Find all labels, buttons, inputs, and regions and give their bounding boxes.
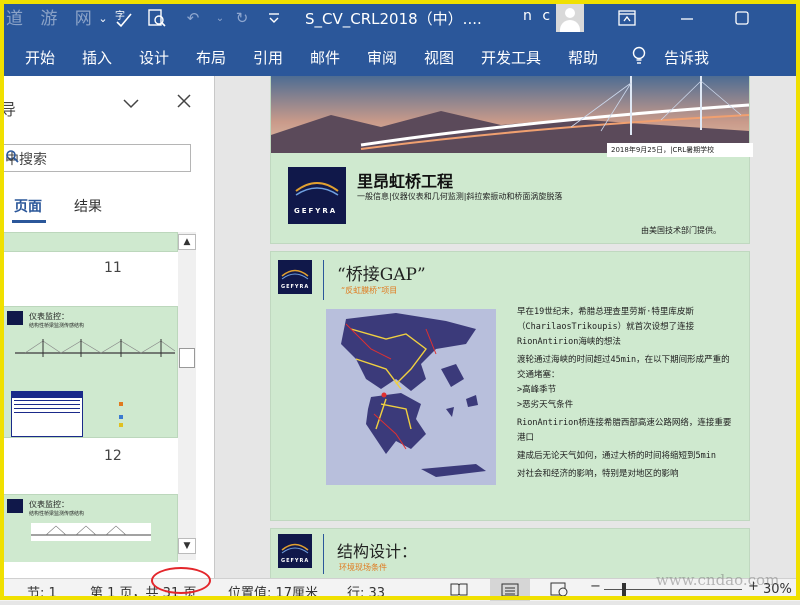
annotation-circle xyxy=(151,567,211,594)
tab-review[interactable]: 审阅 xyxy=(367,47,397,68)
zoom-slider-thumb[interactable] xyxy=(622,583,626,596)
undo-dropdown-icon[interactable]: ⌄ xyxy=(209,7,231,29)
tab-view[interactable]: 视图 xyxy=(424,47,454,68)
paragraph: 渡轮通过海峡的时间超过45min，在以下期间形成严重的交通堵塞： xyxy=(517,355,730,380)
page-title: 里昂虹桥工程 xyxy=(357,172,454,191)
svg-text:字: 字 xyxy=(115,9,125,22)
paragraph: 早在19世纪末，希腊总理查里劳斯·特里库皮斯（CharilaosTrikoupi… xyxy=(517,307,695,347)
user-name[interactable]: n c xyxy=(523,8,553,24)
greece-map xyxy=(326,309,496,485)
section-subheading: 环境现场条件 xyxy=(339,563,387,572)
spellcheck-icon[interactable]: 字 xyxy=(113,7,135,29)
chevron-down-icon[interactable] xyxy=(122,94,140,115)
thumbnail-logo xyxy=(7,311,23,325)
thumbnail-scrollbar[interactable] xyxy=(178,232,196,560)
watermark-text: 道 游 网 xyxy=(6,9,98,29)
page-number-12: 12 xyxy=(104,448,122,464)
tab-layout[interactable]: 布局 xyxy=(196,47,226,68)
bullet-item: >高峰季节 xyxy=(517,385,557,395)
undo-icon[interactable]: ↶ xyxy=(182,7,204,29)
document-area[interactable]: 2018年9月25日，|CRL暑期学校 GEFYRA 里昂虹桥工程 一般信息|仪… xyxy=(215,76,800,578)
ribbon-display-options-icon[interactable] xyxy=(616,7,638,29)
ribbon-tabs: 开始 插入 设计 布局 引用 邮件 审阅 视图 开发工具 帮助 告诉我 xyxy=(0,36,800,76)
paragraph: RionAntirion桥连接希腊西部高速公路网络，连接重要港口 xyxy=(517,418,732,443)
print-layout-icon[interactable] xyxy=(490,579,530,601)
tab-design[interactable]: 设计 xyxy=(139,47,169,68)
section-indicator[interactable]: 节: 1 xyxy=(27,582,57,601)
page-subtitle: 一般信息|仪器仪表和几何监测|斜拉索振动和桥面涡旋脱落 xyxy=(357,192,563,201)
thumbnail-table xyxy=(11,391,83,437)
paragraph: 对社会和经济的影响，特别是对地区的影响 xyxy=(517,469,679,479)
scrollbar-thumb[interactable] xyxy=(179,348,195,368)
tab-mailings[interactable]: 邮件 xyxy=(310,47,340,68)
restore-icon[interactable] xyxy=(731,7,753,29)
page-body-text: 早在19世纪末，希腊总理查里劳斯·特里库皮斯（CharilaosTrikoupi… xyxy=(517,305,737,482)
bridge-photo xyxy=(271,76,749,153)
gefyra-logo: GEFYRA xyxy=(288,167,346,224)
credit-line: 由美国技术部门提供。 xyxy=(641,226,721,235)
lightbulb-icon xyxy=(632,46,646,64)
section-heading: “桥接GAP” xyxy=(337,265,426,285)
status-bar: 节: 1 第 1 页，共 31 页 位置值: 17厘米 行: 33 − + 30… xyxy=(0,571,800,601)
tab-references[interactable]: 引用 xyxy=(253,47,283,68)
position-indicator[interactable]: 位置值: 17厘米 xyxy=(228,582,318,601)
bullet-item: >恶劣天气条件 xyxy=(517,400,574,410)
navigation-pane: 导 中搜索 ⌄ 页面 结果 11 仪表监控： 结构性桥梁监测传感结构 12 仪表… xyxy=(0,76,215,578)
zoom-out-icon[interactable]: − xyxy=(590,579,601,594)
line-indicator[interactable]: 行: 33 xyxy=(347,582,385,601)
thumbnail-page-11[interactable]: 仪表监控： 结构性桥梁监测传感结构 xyxy=(0,306,178,438)
thumbnail-logo xyxy=(7,499,23,513)
thumbnail-bridge-image xyxy=(31,523,151,541)
avatar[interactable] xyxy=(556,4,584,32)
document-page-2[interactable]: GEFYRA “桥接GAP” “反虹膜桥”项目 早在19世纪末，希腊总理查里劳斯… xyxy=(270,251,750,521)
print-preview-icon[interactable] xyxy=(146,7,168,29)
document-page-1[interactable]: 2018年9月25日，|CRL暑期学校 GEFYRA 里昂虹桥工程 一般信息|仪… xyxy=(270,76,753,244)
web-layout-icon[interactable] xyxy=(550,582,568,600)
gefyra-logo: GEFYRA xyxy=(278,534,312,568)
thumbnail-title: 仪表监控： xyxy=(29,500,69,509)
nav-pane-title: 导 xyxy=(0,100,17,119)
page-number-11: 11 xyxy=(104,260,122,276)
minimize-icon[interactable] xyxy=(676,7,698,29)
tab-home[interactable]: 开始 xyxy=(25,47,55,68)
paragraph: 建成后无论天气如何，通过大桥的时间将缩短到5min xyxy=(517,451,716,461)
thumbnail-subtitle: 结构性桥梁监测传感结构 xyxy=(29,511,85,517)
scroll-down-icon[interactable]: ▼ xyxy=(178,538,196,554)
redo-icon[interactable]: ↻ xyxy=(231,7,253,29)
search-dropdown-icon[interactable]: ⌄ xyxy=(5,149,17,165)
close-icon[interactable] xyxy=(176,90,192,114)
tab-insert[interactable]: 插入 xyxy=(82,47,112,68)
scroll-up-icon[interactable]: ▲ xyxy=(178,234,196,250)
read-mode-icon[interactable] xyxy=(450,582,468,600)
thumbnail-page-12[interactable]: 仪表监控： 结构性桥梁监测传感结构 xyxy=(0,494,178,562)
tab-results[interactable]: 结果 xyxy=(74,196,102,216)
tab-developer[interactable]: 开发工具 xyxy=(481,47,541,68)
page-thumbnails: 11 仪表监控： 结构性桥梁监测传感结构 12 仪表监控： 结构性桥梁监测传感结… xyxy=(0,232,178,562)
document-title: S_CV_CRL2018（中）.... xyxy=(305,10,482,28)
active-tab-indicator xyxy=(12,220,46,223)
date-line: 2018年9月25日，|CRL暑期学校 xyxy=(607,143,753,157)
customize-toolbar-icon[interactable] xyxy=(263,7,285,29)
thumbnail-page-10[interactable] xyxy=(0,232,178,252)
section-subheading: “反虹膜桥”项目 xyxy=(341,286,398,295)
tab-help[interactable]: 帮助 xyxy=(568,47,598,68)
quick-access-dropdown-icon[interactable]: ⌄ xyxy=(92,7,114,29)
watermark-text: www.cndao.com xyxy=(656,571,780,589)
tab-pages[interactable]: 页面 xyxy=(14,196,42,216)
thumbnail-title: 仪表监控： xyxy=(29,312,69,321)
search-input[interactable]: 中搜索 ⌄ xyxy=(2,144,191,172)
section-heading: 结构设计： xyxy=(337,542,418,561)
title-bar: 道 游 网 ⌄ 字 ↶ ⌄ ↻ S_CV_CRL2018（中）.... n c xyxy=(0,0,800,36)
tell-me-search[interactable]: 告诉我 xyxy=(664,47,709,68)
bridge-diagram-thumbnail xyxy=(15,339,175,357)
gefyra-logo: GEFYRA xyxy=(278,260,312,294)
thumbnail-subtitle: 结构性桥梁监测传感结构 xyxy=(29,323,85,329)
